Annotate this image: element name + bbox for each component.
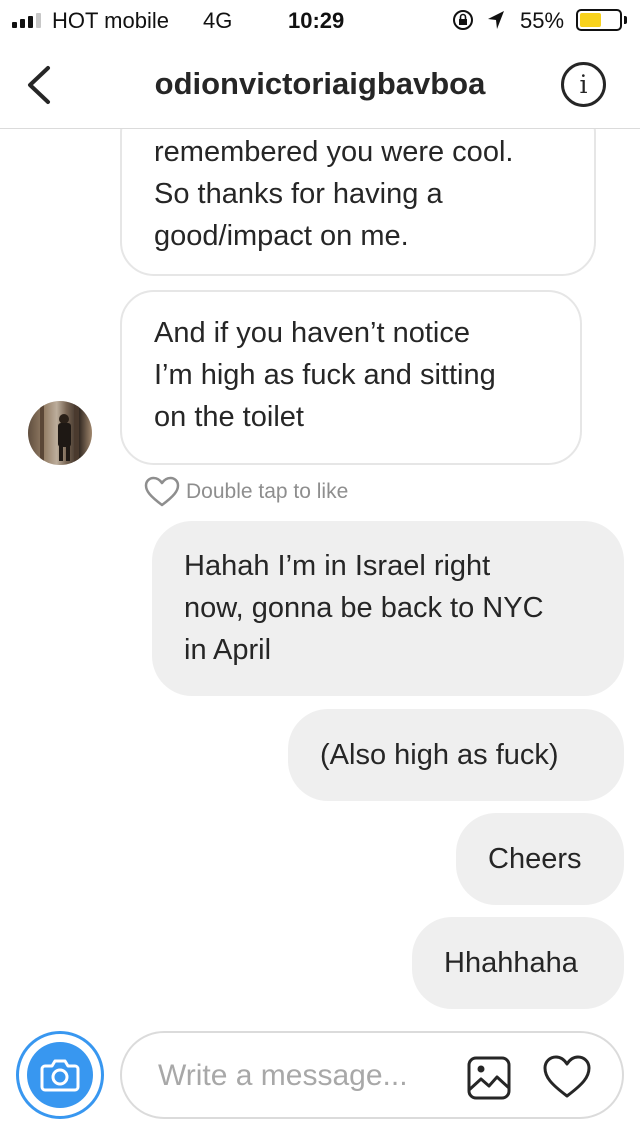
chat-username[interactable]: odionvictoriaigbavboa	[100, 66, 540, 102]
message-line: So thanks for having a	[154, 178, 443, 210]
message-line: on the toilet	[154, 401, 304, 433]
battery-percent: 55%	[520, 8, 565, 33]
signal-strength-icon	[12, 13, 41, 28]
message-bubble-outgoing[interactable]: Hahah I’m in Israel right now, gonna be …	[152, 521, 624, 696]
message-line: Cheers	[488, 843, 582, 875]
location-arrow-icon	[486, 9, 506, 37]
battery-icon	[576, 9, 622, 31]
message-input-field[interactable]	[120, 1031, 624, 1119]
avatar[interactable]	[28, 401, 92, 465]
like-hint-text: Double tap to like	[186, 480, 349, 503]
message-composer	[0, 1019, 640, 1136]
chevron-left-icon	[28, 66, 50, 104]
network-type: 4G	[203, 8, 233, 33]
heart-outline-icon	[144, 476, 180, 507]
status-bar: HOT mobile 4G 10:29 55%	[0, 0, 640, 40]
camera-button[interactable]	[16, 1031, 104, 1119]
message-line: good/impact on me.	[154, 220, 409, 252]
message-bubble-outgoing[interactable]: Hhahhaha	[412, 917, 624, 1009]
message-line: remembered you were cool.	[154, 136, 514, 168]
message-line: in April	[184, 634, 272, 666]
message-bubble-outgoing[interactable]: (Also high as fuck)	[288, 709, 624, 801]
gallery-button[interactable]	[466, 1055, 512, 1106]
message-bubble-outgoing[interactable]: Cheers	[456, 813, 624, 905]
info-button[interactable]: i	[561, 62, 606, 107]
message-line: now, gonna be back to NYC	[184, 592, 544, 624]
rotation-lock-icon	[452, 9, 474, 37]
battery-level	[580, 13, 601, 27]
battery-tip	[624, 16, 627, 24]
message-line: I’m high as fuck and sitting	[154, 359, 496, 391]
message-bubble-incoming[interactable]: And if you haven’t notice I’m high as fu…	[120, 290, 582, 465]
message-line: (Also high as fuck)	[320, 739, 559, 771]
message-bubble-incoming[interactable]: remembered you were cool. So thanks for …	[120, 129, 596, 276]
heart-icon	[543, 1055, 591, 1098]
back-button[interactable]	[18, 60, 62, 110]
avatar-photo	[28, 401, 92, 465]
chat-header: odionvictoriaigbavboa i	[0, 40, 640, 129]
camera-icon	[27, 1042, 93, 1108]
status-time: 10:29	[288, 8, 345, 33]
info-icon: i	[579, 70, 588, 99]
carrier-name: HOT mobile	[52, 8, 169, 33]
message-line: Hhahhaha	[444, 947, 578, 979]
message-thread[interactable]: remembered you were cool. So thanks for …	[0, 129, 640, 1019]
message-line: And if you haven’t notice	[154, 317, 470, 349]
message-line: Hahah I’m in Israel right	[184, 550, 491, 582]
heart-button[interactable]	[542, 1054, 592, 1105]
message-input[interactable]	[158, 1055, 448, 1097]
double-tap-like-hint: Double tap to like	[144, 476, 348, 508]
image-gallery-icon	[467, 1056, 511, 1100]
